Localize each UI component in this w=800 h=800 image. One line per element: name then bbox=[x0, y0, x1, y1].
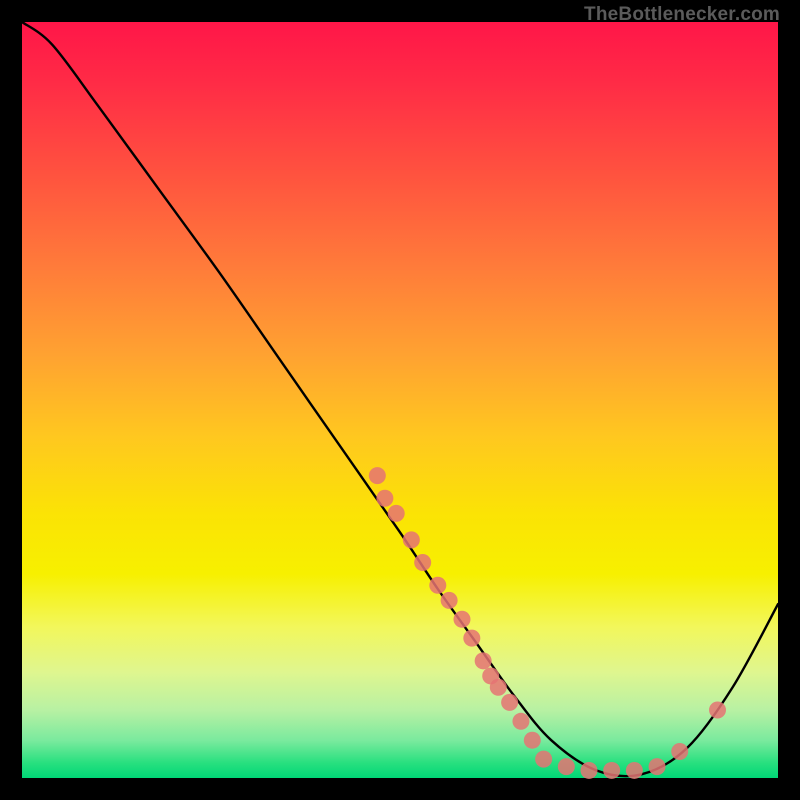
data-markers bbox=[369, 467, 726, 779]
data-marker bbox=[581, 762, 598, 779]
chart-container: TheBottlenecker.com bbox=[0, 0, 800, 800]
data-marker bbox=[388, 505, 405, 522]
data-marker bbox=[441, 592, 458, 609]
chart-svg bbox=[22, 22, 778, 778]
data-marker bbox=[490, 679, 507, 696]
data-marker bbox=[475, 652, 492, 669]
data-marker bbox=[671, 743, 688, 760]
data-marker bbox=[414, 554, 431, 571]
data-marker bbox=[649, 758, 666, 775]
data-marker bbox=[524, 732, 541, 749]
data-marker bbox=[501, 694, 518, 711]
data-marker bbox=[512, 713, 529, 730]
data-marker bbox=[558, 758, 575, 775]
plot-area bbox=[22, 22, 778, 778]
data-marker bbox=[429, 577, 446, 594]
data-marker bbox=[453, 611, 470, 628]
data-marker bbox=[463, 630, 480, 647]
data-marker bbox=[369, 467, 386, 484]
data-marker bbox=[535, 751, 552, 768]
bottleneck-curve bbox=[22, 22, 778, 776]
data-marker bbox=[603, 762, 620, 779]
data-marker bbox=[709, 701, 726, 718]
data-marker bbox=[626, 762, 643, 779]
data-marker bbox=[403, 531, 420, 548]
data-marker bbox=[376, 490, 393, 507]
